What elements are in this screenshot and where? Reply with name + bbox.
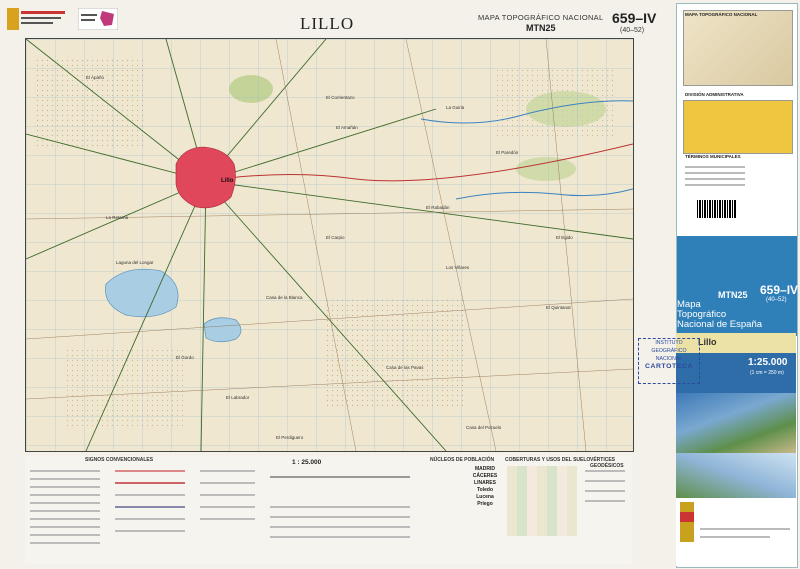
place-label: El Apaño [86, 75, 105, 80]
cover-title: MAPA TOPOGRÁFICO NACIONAL [685, 12, 758, 17]
place-label: La Guirla [446, 105, 465, 110]
legend-cobertura-title: COBERTURAS Y USOS DEL SUELO [505, 457, 591, 463]
cover-photo-2 [676, 453, 796, 498]
place-label: El Amañán [336, 125, 358, 130]
land-cover-swatches [507, 466, 577, 536]
place-label: La Retama [106, 215, 129, 220]
cover-series: MTN25 [718, 290, 748, 300]
place-label: El Labrador [226, 395, 250, 400]
header-subtitle: MAPA TOPOGRÁFICO NACIONAL [478, 13, 604, 22]
cover-info: MAPA TOPOGRÁFICO NACIONAL DIVISIÓN ADMIN… [677, 4, 797, 234]
library-stamp: INSTITUTO GEOGRÁFICO NACIONAL CARTOTECA [638, 338, 700, 384]
lagoon-lake [203, 317, 242, 343]
place-label: Los Villares [446, 265, 470, 270]
government-logo-icon [7, 8, 65, 30]
cover-footer [676, 498, 796, 566]
topographic-map[interactable]: Lillo El Apaño El Corrientazo La Guirla El … [25, 38, 634, 452]
sheet-number: 659–IV [612, 10, 657, 26]
map-sheet: LILLO MAPA TOPOGRÁFICO NACIONAL MTN25 65… [0, 0, 800, 569]
map-canvas: Lillo El Apaño El Corrientazo La Guirla El … [26, 39, 633, 451]
legend-nucleos-title: NÚCLEOS DE POBLACIÓN [430, 457, 495, 463]
cover-scale: 1:25.000 [748, 357, 788, 368]
place-label: Casa de las Pavas [386, 365, 424, 370]
legend-signs-title: SIGNOS CONVENCIONALES [85, 457, 154, 463]
place-label: El Quintanar [546, 305, 572, 310]
place-label: El Egido [556, 235, 573, 240]
place-label: El Perdiguero [276, 435, 304, 440]
admin-division-map [683, 100, 793, 154]
legend-vertices-title: VÉRTICES GEODÉSICOS [590, 457, 624, 469]
cover-scale-sub: (1 cm = 250 m) [750, 370, 784, 376]
place-label: Casa del Pozuelo [466, 425, 502, 430]
place-label: El Paredón [496, 150, 519, 155]
cover-big-title: Mapa Topográfico Nacional de España [677, 299, 763, 330]
map-legend: SIGNOS CONVENCIONALES NÚCLEOS DE POBLACI… [25, 456, 632, 564]
page-title: LILLO [300, 14, 355, 33]
lagoon-lake [105, 268, 179, 318]
cover-photo [676, 393, 796, 453]
place-label: Casa de la Blanca [266, 295, 303, 300]
coat-of-arms-icon [680, 502, 694, 542]
header-series: MTN25 [526, 23, 556, 33]
legend-scale-title: 1 : 25.000 [292, 459, 322, 466]
place-label: El Rabadán [426, 205, 450, 210]
municipal-terms-title: TÉRMINOS MUNICIPALES [685, 154, 741, 159]
place-label: El Corrientazo [326, 95, 355, 100]
cover-name: Lillo [698, 337, 717, 347]
place-label: Laguna del Longar [116, 260, 154, 265]
town-label: Lillo [221, 178, 234, 184]
location-map [683, 10, 793, 86]
city-size-samples: MADRID CÁCERES LINARES Toledo Lucena Priego [472, 466, 498, 507]
sheet-code: (40–52) [620, 27, 645, 34]
ign-logo-icon [78, 8, 118, 30]
place-label: El Carpio [326, 235, 345, 240]
cover-sheet-number: 659–IV [760, 283, 799, 297]
barcode [697, 200, 737, 218]
place-label: El Gordo [176, 355, 194, 360]
admin-division-title: DIVISIÓN ADMINISTRATIVA [685, 92, 744, 97]
